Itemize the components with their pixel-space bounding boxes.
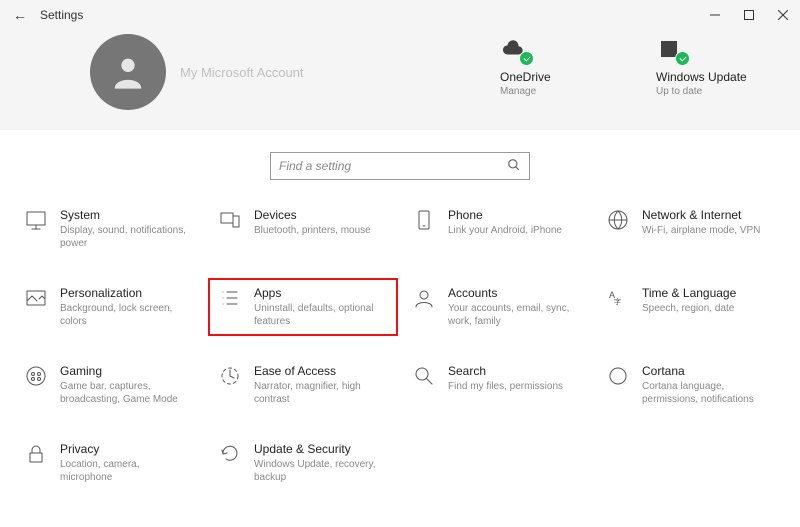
category-network[interactable]: Network & Internet Wi-Fi, airplane mode,… — [596, 200, 786, 258]
category-title: Time & Language — [642, 286, 736, 300]
search-icon — [507, 158, 521, 175]
category-accounts[interactable]: Accounts Your accounts, email, sync, wor… — [402, 278, 592, 336]
category-apps[interactable]: Apps Uninstall, defaults, optional featu… — [208, 278, 398, 336]
category-title: Accounts — [448, 286, 578, 300]
category-ease[interactable]: Ease of Access Narrator, magnifier, high… — [208, 356, 398, 414]
category-desc: Game bar, captures, broadcasting, Game M… — [60, 380, 190, 406]
close-button[interactable] — [766, 0, 800, 30]
network-icon — [604, 208, 632, 236]
category-title: Update & Security — [254, 442, 384, 456]
search-input[interactable] — [279, 159, 507, 173]
category-desc: Background, lock screen, colors — [60, 302, 190, 328]
category-desc: Display, sound, notifications, power — [60, 224, 190, 250]
category-search[interactable]: Search Find my files, permissions — [402, 356, 592, 414]
category-title: Search — [448, 364, 563, 378]
category-desc: Link your Android, iPhone — [448, 224, 562, 237]
category-title: Privacy — [60, 442, 190, 456]
category-devices[interactable]: Devices Bluetooth, printers, mouse — [208, 200, 398, 258]
status-sub: Up to date — [656, 86, 702, 97]
category-desc: Location, camera, microphone — [60, 458, 190, 484]
status-tile-sync[interactable]: Windows Update Up to date — [656, 38, 756, 97]
category-time[interactable]: A字 Time & Language Speech, region, date — [596, 278, 786, 336]
category-privacy[interactable]: Privacy Location, camera, microphone — [14, 434, 204, 492]
check-icon — [675, 51, 690, 66]
category-desc: Cortana language, permissions, notificat… — [642, 380, 772, 406]
window-title: Settings — [40, 8, 83, 22]
category-update[interactable]: Update & Security Windows Update, recove… — [208, 434, 398, 492]
category-title: Personalization — [60, 286, 190, 300]
category-desc: Find my files, permissions — [448, 380, 563, 393]
status-sub: Manage — [500, 86, 536, 97]
personalization-icon — [22, 286, 50, 314]
category-title: Cortana — [642, 364, 772, 378]
account-section[interactable]: My Microsoft Account — [90, 34, 304, 110]
cloud-icon — [500, 38, 528, 62]
update-icon — [216, 442, 244, 470]
category-title: Network & Internet — [642, 208, 760, 222]
minimize-button[interactable] — [698, 0, 732, 30]
status-title: OneDrive — [500, 70, 551, 84]
category-desc: Windows Update, recovery, backup — [254, 458, 384, 484]
category-cortana[interactable]: Cortana Cortana language, permissions, n… — [596, 356, 786, 414]
ease-icon — [216, 364, 244, 392]
search-box[interactable] — [270, 152, 530, 180]
category-gaming[interactable]: Gaming Game bar, captures, broadcasting,… — [14, 356, 204, 414]
category-title: Apps — [254, 286, 384, 300]
category-desc: Speech, region, date — [642, 302, 736, 315]
system-icon — [22, 208, 50, 236]
privacy-icon — [22, 442, 50, 470]
time-icon: A字 — [604, 286, 632, 314]
category-title: Ease of Access — [254, 364, 384, 378]
accounts-icon — [410, 286, 438, 314]
avatar-icon — [90, 34, 166, 110]
gaming-icon — [22, 364, 50, 392]
category-title: Phone — [448, 208, 562, 222]
category-desc: Bluetooth, printers, mouse — [254, 224, 371, 237]
status-tile-cloud[interactable]: OneDrive Manage — [500, 38, 600, 97]
apps-icon — [216, 286, 244, 314]
devices-icon — [216, 208, 244, 236]
category-personalization[interactable]: Personalization Background, lock screen,… — [14, 278, 204, 336]
sync-icon — [656, 38, 684, 62]
check-icon — [519, 51, 534, 66]
category-system[interactable]: System Display, sound, notifications, po… — [14, 200, 204, 258]
maximize-button[interactable] — [732, 0, 766, 30]
account-name: My Microsoft Account — [180, 65, 304, 80]
category-title: Gaming — [60, 364, 190, 378]
category-title: System — [60, 208, 190, 222]
cortana-icon — [604, 364, 632, 392]
category-desc: Your accounts, email, sync, work, family — [448, 302, 578, 328]
status-title: Windows Update — [656, 70, 747, 84]
category-desc: Wi-Fi, airplane mode, VPN — [642, 224, 760, 237]
svg-text:字: 字 — [614, 297, 621, 306]
search-icon — [410, 364, 438, 392]
category-desc: Uninstall, defaults, optional features — [254, 302, 384, 328]
category-desc: Narrator, magnifier, high contrast — [254, 380, 384, 406]
category-phone[interactable]: Phone Link your Android, iPhone — [402, 200, 592, 258]
category-title: Devices — [254, 208, 371, 222]
back-button[interactable]: ← — [8, 7, 32, 23]
phone-icon — [410, 208, 438, 236]
